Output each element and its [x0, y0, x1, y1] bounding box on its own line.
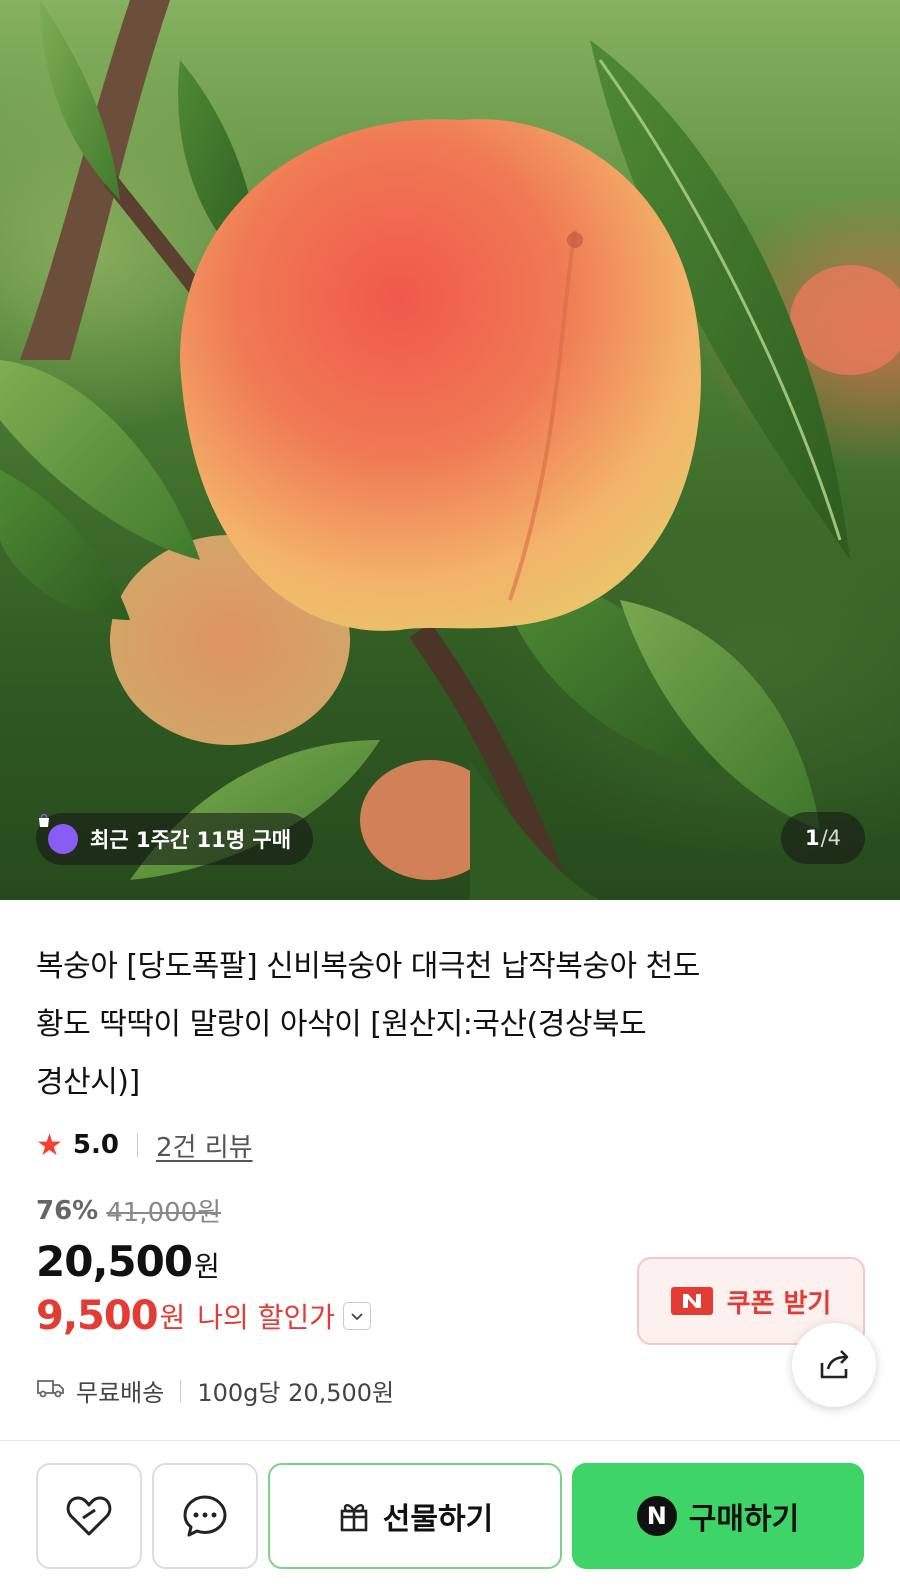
coupon-label: 쿠폰 받기: [726, 1288, 832, 1319]
unit-price: 100g당 20,500원: [197, 1379, 395, 1407]
shipping-label: 무료배송: [76, 1379, 165, 1407]
discount-row: 76% 41,000원: [36, 1192, 221, 1229]
product-title-line: 경산시)]: [36, 1065, 140, 1100]
sale-price-currency: 원: [194, 1250, 220, 1283]
chat-bubble-icon: [183, 1495, 227, 1537]
image-counter-current: 1: [804, 826, 820, 850]
shipping-row: 무료배송 100g당 20,500원: [36, 1373, 394, 1408]
shopping-bag-icon: [39, 813, 78, 854]
my-price-currency: 원: [159, 1301, 186, 1334]
divider: [136, 1133, 138, 1157]
discount-percent: 76%: [36, 1195, 99, 1226]
image-counter: 1 /4: [781, 812, 865, 864]
rating-row: ★ 5.0 2건 리뷰: [36, 1127, 253, 1163]
talk-button[interactable]: [152, 1463, 258, 1569]
buy-label: 구매하기: [688, 1502, 800, 1537]
naver-n-icon: N: [636, 1496, 677, 1536]
product-image[interactable]: 최근 1주간 11명 구매 1 /4: [0, 0, 900, 900]
reviews-link[interactable]: 2건 리뷰: [156, 1127, 253, 1164]
wishlist-button[interactable]: [36, 1463, 142, 1569]
gift-icon: [340, 1503, 368, 1532]
product-title: 복숭아 [당도폭팔] 신비복숭아 대극천 납작복숭아 천도 황도 딱딱이 말랑이…: [36, 938, 836, 1112]
my-price-label: 나의 할인가: [197, 1301, 335, 1334]
divider: [180, 1379, 182, 1402]
recent-buyers-text: 최근 1주간 11명 구매: [90, 828, 292, 852]
recent-buyers-badge: 최근 1주간 11명 구매: [36, 813, 314, 865]
heart-icon: [66, 1496, 112, 1536]
product-title-line: 황도 딱딱이 말랑이 아삭이 [원산지:국산(경상북도: [36, 1007, 647, 1042]
rating-score: 5.0: [72, 1130, 119, 1160]
truck-icon: [36, 1377, 66, 1405]
share-button[interactable]: [792, 1323, 876, 1407]
product-title-line: 복숭아 [당도폭팔] 신비복숭아 대극천 납작복숭아 천도: [36, 949, 700, 984]
gift-button[interactable]: 선물하기: [268, 1463, 562, 1569]
image-counter-total: /4: [820, 826, 842, 850]
my-price-amount: 9,500: [36, 1293, 159, 1339]
sale-price: 20,500 원: [36, 1237, 220, 1286]
naver-n-icon: [670, 1287, 713, 1315]
bottom-action-bar: 선물하기 N 구매하기: [0, 1441, 900, 1592]
original-price: 41,000원: [106, 1198, 222, 1228]
peach-photo: [0, 0, 900, 900]
share-icon: [820, 1350, 849, 1379]
sale-price-amount: 20,500: [36, 1237, 193, 1286]
my-discount-price[interactable]: 9,500 원 나의 할인가: [36, 1293, 371, 1339]
chevron-down-icon[interactable]: [343, 1302, 371, 1330]
buy-button[interactable]: N 구매하기: [572, 1463, 864, 1569]
gift-label: 선물하기: [382, 1502, 494, 1537]
star-icon: ★: [36, 1127, 63, 1163]
